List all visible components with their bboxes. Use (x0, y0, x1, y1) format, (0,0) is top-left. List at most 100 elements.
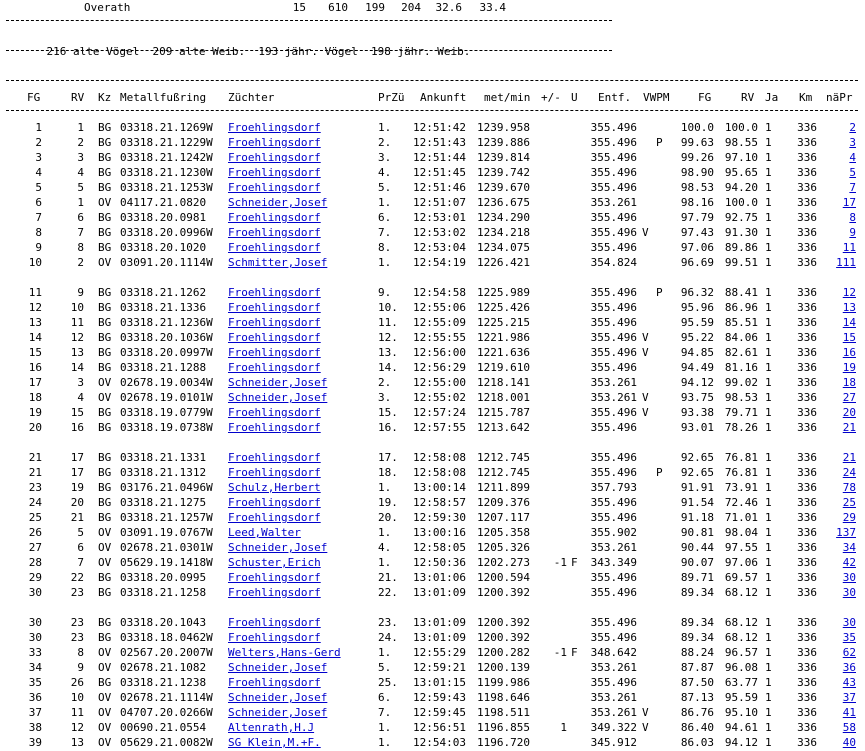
cell-naepr[interactable]: 42 (824, 555, 856, 570)
cell-breeder[interactable]: Schneider,Josef (228, 375, 368, 390)
cell-naepr[interactable]: 20 (824, 405, 856, 420)
cell-breeder[interactable]: Froehlingsdorf (228, 405, 368, 420)
cell-naepr[interactable]: 34 (824, 540, 856, 555)
cell-breeder[interactable]: Froehlingsdorf (228, 465, 368, 480)
cell-naepr[interactable]: 5 (824, 165, 856, 180)
cell-breeder[interactable]: Leed,Walter (228, 525, 368, 540)
cell-ja: 1 (765, 451, 772, 464)
cell-breeder[interactable]: Froehlingsdorf (228, 675, 368, 690)
cell-breeder[interactable]: Froehlingsdorf (228, 450, 368, 465)
cell-breeder[interactable]: Froehlingsdorf (228, 300, 368, 315)
cell-naepr[interactable]: 19 (824, 360, 856, 375)
cell-naepr[interactable]: 62 (824, 645, 856, 660)
cell-naepr[interactable]: 58 (824, 720, 856, 735)
cell-naepr[interactable]: 8 (824, 210, 856, 225)
cell-breeder[interactable]: Froehlingsdorf (228, 495, 368, 510)
cell-naepr[interactable]: 7 (824, 180, 856, 195)
cell-naepr[interactable]: 24 (824, 465, 856, 480)
cell-naepr[interactable]: 111 (824, 255, 856, 270)
cell-naepr[interactable]: 35 (824, 630, 856, 645)
cell-arrival: 12:55:00 (413, 376, 466, 389)
cell-naepr[interactable]: 18 (824, 375, 856, 390)
cell-breeder[interactable]: Froehlingsdorf (228, 585, 368, 600)
cell-breeder[interactable]: Schneider,Josef (228, 690, 368, 705)
cell-naepr[interactable]: 27 (824, 390, 856, 405)
cell-naepr[interactable]: 13 (824, 300, 856, 315)
cell-breeder[interactable]: Froehlingsdorf (228, 570, 368, 585)
cell-breeder[interactable]: Froehlingsdorf (228, 315, 368, 330)
cell-breeder[interactable]: Froehlingsdorf (228, 120, 368, 135)
cell-naepr[interactable]: 21 (824, 450, 856, 465)
cell-naepr[interactable]: 41 (824, 705, 856, 720)
cell-breeder[interactable]: Schmitter,Josef (228, 255, 368, 270)
table-row: 19 15 BG 03318.19.0779W Froehlingsdorf 15. 12:… (0, 405, 865, 420)
cell-breeder[interactable]: Froehlingsdorf (228, 630, 368, 645)
cell-breeder[interactable]: Schneider,Josef (228, 705, 368, 720)
cell-naepr[interactable]: 40 (824, 735, 856, 750)
cell-fg2: 94.12 (680, 376, 714, 389)
cell-speed: 1215.787 (477, 406, 530, 419)
cell-naepr[interactable]: 36 (824, 660, 856, 675)
cell-breeder[interactable]: Froehlingsdorf (228, 360, 368, 375)
cell-breeder[interactable]: Froehlingsdorf (228, 225, 368, 240)
cell-arrival: 12:59:30 (413, 511, 466, 524)
cell-naepr[interactable]: 4 (824, 150, 856, 165)
cell-fg2: 87.13 (680, 691, 714, 704)
cell-breeder[interactable]: Froehlingsdorf (228, 510, 368, 525)
cell-km: 336 (797, 631, 817, 644)
cell-naepr[interactable]: 30 (824, 585, 856, 600)
cell-naepr[interactable]: 2 (824, 120, 856, 135)
cell-breeder[interactable]: SG Klein,M.+F. (228, 735, 368, 750)
cell-breeder[interactable]: Schneider,Josef (228, 660, 368, 675)
cell-breeder[interactable]: Froehlingsdorf (228, 345, 368, 360)
cell-rv2: 72.46 (724, 496, 758, 509)
cell-breeder[interactable]: Schneider,Josef (228, 540, 368, 555)
cell-naepr[interactable]: 14 (824, 315, 856, 330)
cell-naepr[interactable]: 3 (824, 135, 856, 150)
cell-kz: BG (98, 361, 112, 374)
cell-naepr[interactable]: 30 (824, 615, 856, 630)
cell-naepr[interactable]: 30 (824, 570, 856, 585)
cell-rv: 12 (70, 331, 84, 344)
cell-kz: OV (98, 736, 112, 749)
cell-naepr[interactable]: 12 (824, 285, 856, 300)
cell-speed: 1205.326 (477, 541, 530, 554)
cell-naepr[interactable]: 29 (824, 510, 856, 525)
cell-breeder[interactable]: Welters,Hans-Gerd (228, 645, 368, 660)
cell-breeder[interactable]: Froehlingsdorf (228, 285, 368, 300)
cell-naepr[interactable]: 37 (824, 690, 856, 705)
cell-breeder[interactable]: Froehlingsdorf (228, 615, 368, 630)
cell-breeder[interactable]: Schulz,Herbert (228, 480, 368, 495)
cell-fg: 7 (35, 211, 42, 224)
cell-breeder[interactable]: Froehlingsdorf (228, 330, 368, 345)
cell-breeder[interactable]: Froehlingsdorf (228, 165, 368, 180)
cell-naepr[interactable]: 15 (824, 330, 856, 345)
cell-naepr[interactable]: 25 (824, 495, 856, 510)
cell-naepr[interactable]: 9 (824, 225, 856, 240)
cell-naepr[interactable]: 137 (824, 525, 856, 540)
cell-breeder[interactable]: Schneider,Josef (228, 195, 368, 210)
cell-naepr[interactable]: 21 (824, 420, 856, 435)
cell-breeder[interactable]: Froehlingsdorf (228, 135, 368, 150)
cell-v: V (642, 331, 649, 344)
cell-naepr[interactable]: 16 (824, 345, 856, 360)
cell-naepr[interactable]: 43 (824, 675, 856, 690)
cell-kz: BG (98, 226, 112, 239)
cell-breeder[interactable]: Schuster,Erich (228, 555, 368, 570)
cell-ring: 03318.21.1331 (120, 451, 207, 464)
cell-breeder[interactable]: Froehlingsdorf (228, 420, 368, 435)
cell-breeder[interactable]: Altenrath,H.J (228, 720, 368, 735)
cell-km: 336 (797, 676, 817, 689)
cell-breeder[interactable]: Froehlingsdorf (228, 150, 368, 165)
cell-rv: 2 (77, 136, 84, 149)
cell-breeder[interactable]: Schneider,Josef (228, 390, 368, 405)
cell-fg: 4 (35, 166, 42, 179)
cell-breeder[interactable]: Froehlingsdorf (228, 240, 368, 255)
cell-naepr[interactable]: 11 (824, 240, 856, 255)
cell-arrival: 12:57:24 (413, 406, 466, 419)
cell-naepr[interactable]: 17 (824, 195, 856, 210)
cell-breeder[interactable]: Froehlingsdorf (228, 180, 368, 195)
cell-breeder[interactable]: Froehlingsdorf (228, 210, 368, 225)
cell-naepr[interactable]: 78 (824, 480, 856, 495)
cell-rv2: 81.16 (724, 361, 758, 374)
